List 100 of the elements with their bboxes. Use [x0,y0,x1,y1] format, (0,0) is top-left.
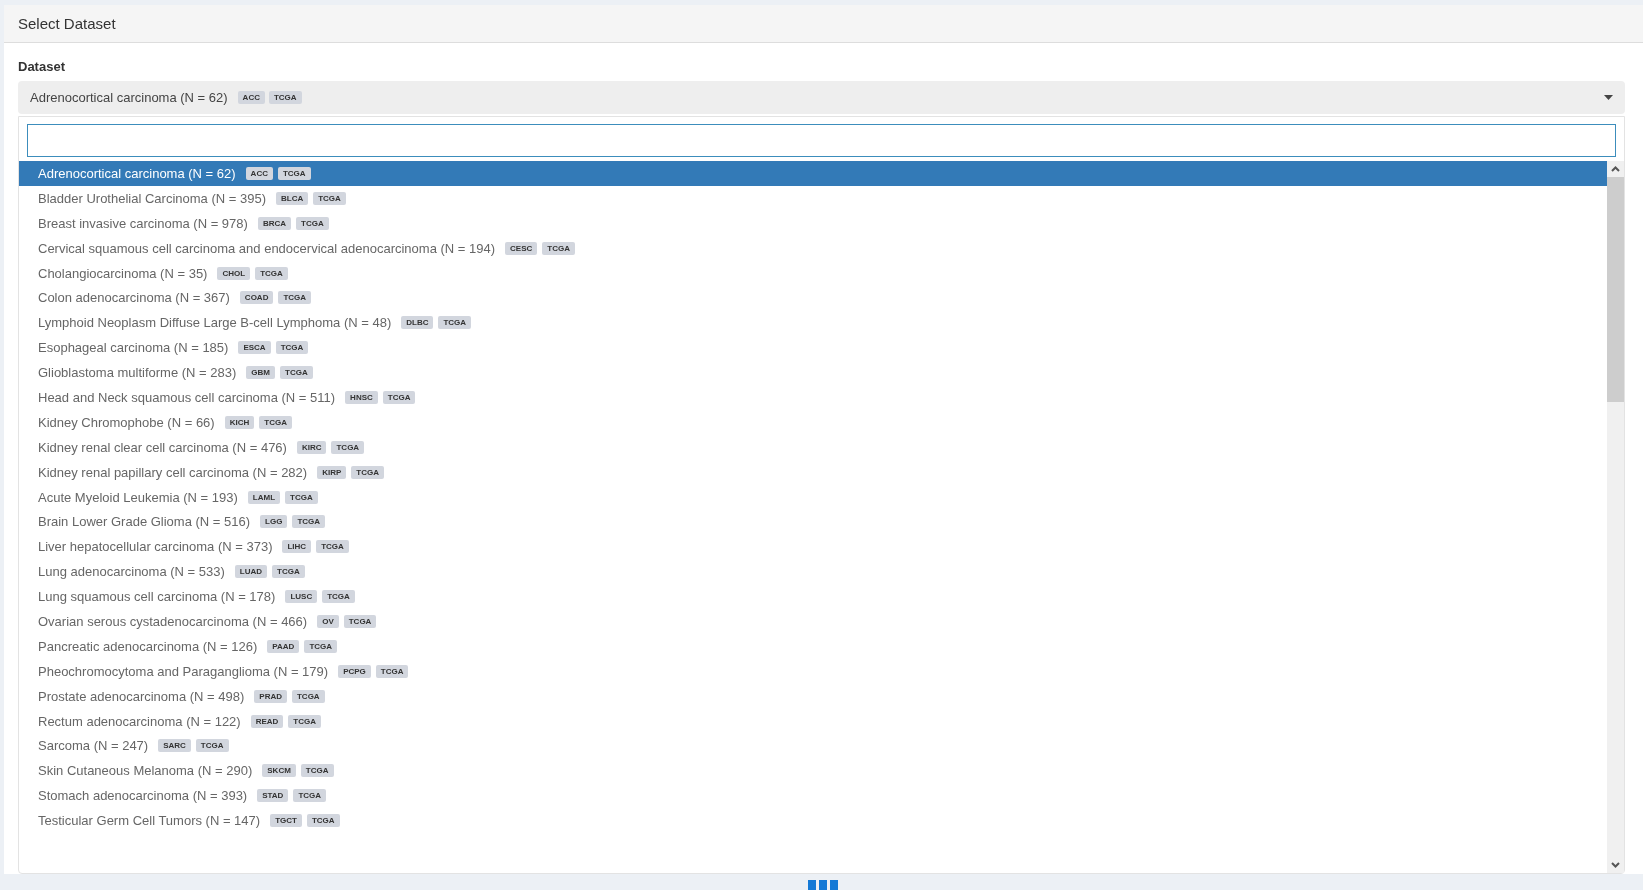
dataset-tag: TCGA [293,789,327,803]
dataset-tag: TCGA [300,764,334,778]
dataset-tag: TCGA [259,415,292,429]
dataset-tag: SKCM [262,764,296,778]
dataset-option[interactable]: Cervical squamous cell carcinoma and endocervical adenocarcinoma (N = 194) CESC TCGA [19,235,1607,261]
dataset-tag: TCGA [375,664,409,678]
dataset-option[interactable]: Brain Lower Grade Glioma (N = 516) LGG TCGA [19,509,1607,535]
dataset-tag: KIRC [296,440,327,454]
dataset-tag: PAAD [267,639,300,653]
dataset-option[interactable]: Acute Myeloid Leukemia (N = 193) LAML TCGA [19,484,1607,510]
selected-dataset: Adrenocortical carcinoma (N = 62) [30,90,228,105]
option-label: Prostate adenocarcinoma (N = 498) [38,688,245,704]
dataset-option[interactable]: Lung squamous cell carcinoma (N = 178) LUSC TCGA [19,584,1607,610]
option-label: Rectum adenocarcinoma (N = 122) [38,713,241,729]
option-label: Glioblastoma multiforme (N = 283) [38,365,237,381]
dataset-option[interactable]: Lung adenocarcinoma (N = 533) LUAD TCGA [19,559,1607,585]
dataset-option[interactable]: Pheochromocytoma and Paraganglioma (N = 179) PCPG TCGA [19,658,1607,684]
caret-icon [1604,95,1613,100]
dataset-select[interactable]: Adrenocortical carcinoma (N = 62) ACC TCGA [18,81,1625,114]
dataset-option[interactable]: Kidney Chromophobe (N = 66) KICH TCGA [19,409,1607,435]
dataset-option[interactable]: Rectum adenocarcinoma (N = 122) READ TCGA [19,708,1607,734]
dataset-tag: KICH [224,415,255,429]
dataset-option[interactable]: Skin Cutaneous Melanoma (N = 290) SKCM TCGA [19,758,1607,784]
option-label: Bladder Urothelial Carcinoma (N = 395) [38,190,266,206]
dataset-option[interactable]: Glioblastoma multiforme (N = 283) GBM TCGA [19,360,1607,385]
dataset-tag: CHOL [217,266,251,280]
dataset-tag: OV [317,614,339,628]
option-label: Kidney Chromophobe (N = 66) [38,414,215,430]
panel-title: Select Dataset [18,15,116,32]
dataset-tag: TGCT [270,814,302,828]
option-label: Ovarian serous cystadenocarcinoma (N = 466) [38,613,308,629]
dataset-option[interactable]: Kidney renal clear cell carcinoma (N = 476) KIRC TCGA [19,434,1607,460]
dataset-tag: TCGA [296,216,329,230]
dataset-tag: HNSC [345,390,378,404]
option-label: Lymphoid Neoplasm Diffuse Large B-cell Lymphoma (N = 48) [38,315,392,331]
dataset-tag: LUSC [285,590,318,604]
dataset-option[interactable]: Breast invasive carcinoma (N = 978) BRCA TCGA [19,210,1607,236]
dataset-tag: TCGA [331,440,365,454]
option-label: Liver hepatocellular carcinoma (N = 373) [38,539,273,555]
dataset-tag: LGG [260,515,288,529]
scrollbar[interactable] [1607,161,1624,873]
dataset-label: Dataset [18,59,66,74]
dataset-option[interactable]: Testicular Germ Cell Tumors (N = 147) TGCT TCGA [19,808,1607,834]
dataset-tag: TCGA [255,266,288,280]
dataset-option[interactable]: Colon adenocarcinoma (N = 367) COAD TCGA [19,285,1607,311]
dataset-tag: LIHC [282,540,312,554]
dataset-tag: TCGA [272,565,305,579]
dataset-option[interactable]: Prostate adenocarcinoma (N = 498) PRAD TCGA [19,683,1607,709]
dataset-option[interactable]: Adrenocortical carcinoma (N = 62) ACC TCGA [19,161,1607,186]
dataset-option[interactable]: Bladder Urothelial Carcinoma (N = 395) BLCA TCGA [19,185,1607,211]
dataset-tag: TCGA [292,515,326,529]
dataset-tag: PRAD [254,689,287,703]
option-label: Lung adenocarcinoma (N = 533) [38,564,225,580]
option-label: Colon adenocarcinoma (N = 367) [38,290,230,306]
dataset-tag: TCGA [277,166,311,180]
dataset-tag: TCGA [343,614,377,628]
dataset-tag: LAML [247,490,280,504]
dataset-tag: ESCA [238,341,271,355]
dataset-option[interactable]: Head and Neck squamous cell carcinoma (N = 511) HNSC TCGA [19,385,1607,410]
option-label: Esophageal carcinoma (N = 185) [38,340,229,356]
option-label: Kidney renal papillary cell carcinoma (N = 282) [38,464,308,480]
dataset-tag: COAD [239,291,274,305]
dataset-tag: TCGA [316,540,349,554]
dataset-tag: TCGA [382,390,416,404]
option-label: Brain Lower Grade Glioma (N = 516) [38,514,251,530]
option-label: Breast invasive carcinoma (N = 978) [38,215,248,231]
option-label: Kidney renal clear cell carcinoma (N = 476) [38,439,287,455]
option-label: Acute Myeloid Leukemia (N = 193) [38,489,238,505]
dataset-option[interactable]: Pancreatic adenocarcinoma (N = 126) PAAD TCGA [19,633,1607,659]
dataset-tag: TCGA [438,316,472,330]
dataset-tag: TCGA [268,91,302,104]
dataset-option[interactable]: Esophageal carcinoma (N = 185) ESCA TCGA [19,335,1607,361]
dataset-tag: SARC [158,739,191,753]
dataset-option[interactable]: Ovarian serous cystadenocarcinoma (N = 466) OV TCGA [19,609,1607,634]
dataset-option[interactable]: Stomach adenocarcinoma (N = 393) STAD TCGA [19,783,1607,809]
dataset-option[interactable]: Kidney renal papillary cell carcinoma (N = 282) KIRP TCGA [19,459,1607,485]
dataset-tag: BRCA [257,216,291,230]
option-label: Lung squamous cell carcinoma (N = 178) [38,589,276,605]
dataset-tag: TCGA [285,490,318,504]
search-field[interactable] [27,124,1616,157]
option-label: Adrenocortical carcinoma (N = 62) [38,165,236,181]
option-label: Cervical squamous cell carcinoma and endocervical adenocarcinoma (N = 194) [38,240,496,256]
dataset-tag: KIRP [317,465,347,479]
loading-icon [808,880,838,890]
dataset-tag: TCGA [542,241,575,255]
dataset-option[interactable]: Liver hepatocellular carcinoma (N = 373) LIHC TCGA [19,534,1607,560]
dataset-tag: DLBC [401,316,434,330]
dataset-tag: GBM [246,366,275,380]
dataset-tag: TCGA [306,814,340,828]
dataset-tag: ACC [237,91,265,104]
dataset-tag: READ [250,714,284,728]
dataset-option[interactable]: Cholangiocarcinoma (N = 35) CHOL TCGA [19,260,1607,286]
scrollbar-thumb[interactable] [1607,177,1624,402]
dataset-option[interactable]: Lymphoid Neoplasm Diffuse Large B-cell Lymphoma (N = 48) DLBC TCGA [19,310,1607,336]
option-label: Pheochromocytoma and Paraganglioma (N = 179) [38,663,329,679]
option-label: Skin Cutaneous Melanoma (N = 290) [38,763,253,779]
dataset-tag: TCGA [304,639,338,653]
option-label: Testicular Germ Cell Tumors (N = 147) [38,813,261,829]
dataset-option[interactable]: Sarcoma (N = 247) SARC TCGA [19,733,1607,759]
dataset-tag: TCGA [288,714,322,728]
